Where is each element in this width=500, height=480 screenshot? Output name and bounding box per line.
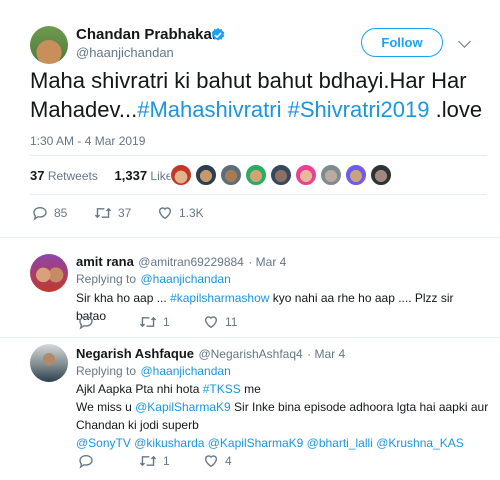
reply-avatar[interactable] xyxy=(30,344,68,382)
reply-line: Chandan ki jodi superb xyxy=(76,418,199,432)
liker-avatar[interactable] xyxy=(295,164,317,186)
likes-stat[interactable]: 1,337 Likes xyxy=(115,168,179,183)
hashtag-tkss[interactable]: #TKSS xyxy=(203,382,241,396)
reply-text: Sir kha ho aap ... #kapilsharmashow kyo … xyxy=(76,291,454,323)
like-button[interactable]: 4 xyxy=(203,453,232,469)
reply-text: Ajkl Aapka Pta nhi hota #TKSS me We miss… xyxy=(76,380,491,452)
hashtag-kapilsharmashow[interactable]: #kapilsharmashow xyxy=(170,291,269,305)
liker-avatars xyxy=(170,164,395,186)
reply-author-handle[interactable]: @NegarishAshfaq4 xyxy=(198,347,302,361)
reply-icon xyxy=(79,454,93,469)
replying-to: Replying to @haanjichandan xyxy=(76,364,231,378)
tweet-timestamp[interactable]: 1:30 AM - 4 Mar 2019 xyxy=(30,134,145,148)
divider xyxy=(0,337,500,338)
tweet-text: Maha shivratri ki bahut bahut bdhayi.Har… xyxy=(30,66,490,124)
chevron-down-icon[interactable] xyxy=(458,35,471,48)
like-button[interactable]: 11 xyxy=(203,314,237,330)
reply-author-handle[interactable]: @amitran69229884 xyxy=(138,255,244,269)
hashtag-shivratri2019[interactable]: #Shivratri2019 xyxy=(288,97,430,122)
tweet-text-tail: .love xyxy=(429,97,483,122)
liker-avatar[interactable] xyxy=(320,164,342,186)
replying-to: Replying to @haanjichandan xyxy=(76,272,231,286)
like-icon xyxy=(204,455,218,468)
retweet-icon xyxy=(139,316,157,328)
reply-line: Ajkl Aapka Pta nhi hota #TKSS me xyxy=(76,382,261,396)
divider xyxy=(30,194,487,195)
author-avatar[interactable] xyxy=(30,26,68,64)
verified-badge-icon xyxy=(211,28,225,41)
tweet-stats: 37 Retweets 1,337 Likes xyxy=(30,168,178,183)
liker-avatar[interactable] xyxy=(220,164,242,186)
liker-avatar[interactable] xyxy=(195,164,217,186)
liker-avatar[interactable] xyxy=(370,164,392,186)
reply-date[interactable]: · Mar 4 xyxy=(307,347,345,361)
like-icon xyxy=(158,207,172,220)
replying-to-handle[interactable]: @haanjichandan xyxy=(141,364,231,378)
retweet-button[interactable]: 1 xyxy=(139,314,170,330)
reply-button[interactable] xyxy=(78,314,100,330)
like-icon xyxy=(204,316,218,329)
liker-avatar[interactable] xyxy=(245,164,267,186)
follow-button[interactable]: Follow xyxy=(361,28,443,57)
replying-to-handle[interactable]: @haanjichandan xyxy=(141,272,231,286)
reply-author-name[interactable]: amit rana xyxy=(76,254,134,269)
reply-header: Negarish Ashfaque @NegarishAshfaq4 · Mar… xyxy=(76,345,345,363)
reply-date[interactable]: · Mar 4 xyxy=(248,255,286,269)
like-button[interactable]: 1.3K xyxy=(157,205,204,221)
reply-button[interactable]: 85 xyxy=(32,205,67,221)
retweet-button[interactable]: 37 xyxy=(94,205,131,221)
reply-header: amit rana @amitran69229884 · Mar 4 xyxy=(76,253,286,271)
liker-avatar[interactable] xyxy=(170,164,192,186)
mention-kapilsharmak9[interactable]: @KapilSharmaK9 xyxy=(135,400,231,414)
reply-icon xyxy=(33,206,47,221)
divider xyxy=(30,155,487,156)
retweet-button[interactable]: 1 xyxy=(139,453,170,469)
retweet-icon xyxy=(94,207,112,219)
divider xyxy=(0,237,500,238)
retweets-stat[interactable]: 37 Retweets xyxy=(30,168,98,183)
reply-line: We miss u @KapilSharmaK9 Sir Inke bina e… xyxy=(76,400,489,414)
retweet-icon xyxy=(139,455,157,467)
author-name[interactable]: Chandan Prabhakar xyxy=(76,26,218,43)
hashtag-mahashivratri[interactable]: #Mahashivratri xyxy=(137,97,281,122)
reply-button[interactable] xyxy=(78,453,100,469)
reply-avatar[interactable] xyxy=(30,254,68,292)
author-handle[interactable]: @haanjichandan xyxy=(76,45,174,60)
liker-avatar[interactable] xyxy=(345,164,367,186)
reply-author-name[interactable]: Negarish Ashfaque xyxy=(76,346,194,361)
liker-avatar[interactable] xyxy=(270,164,292,186)
reply-icon xyxy=(79,315,93,330)
reply-mentions[interactable]: @SonyTV @kikusharda @KapilSharmaK9 @bhar… xyxy=(76,434,491,452)
